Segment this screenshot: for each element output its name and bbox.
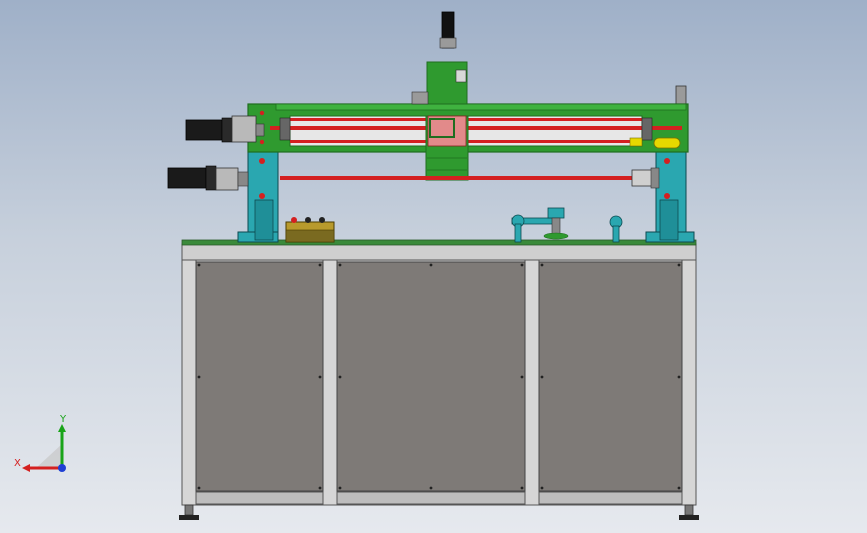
table-cabinet: [179, 239, 699, 520]
lower-servo-motor: [167, 165, 249, 191]
cabinet-panel-center: [336, 261, 526, 492]
control-box: [285, 217, 335, 243]
upper-servo-motor: [185, 115, 265, 143]
coordinate-axes-triad-icon: Y X: [14, 414, 67, 472]
cabinet-panel-left: [195, 261, 324, 492]
workpiece-fixture-right: [609, 215, 623, 243]
lower-linear-rod: [280, 167, 660, 189]
machine-assembly-model[interactable]: [0, 0, 867, 533]
z-axis-dot: [58, 464, 66, 472]
left-support-bracket: [237, 151, 279, 243]
x-axis-label: X: [14, 458, 21, 469]
y-axis-label: Y: [59, 414, 67, 425]
workpiece-fixture-left: [511, 207, 569, 243]
z-axis-carriage: [411, 11, 469, 181]
cad-viewport[interactable]: Y X: [0, 0, 867, 533]
cabinet-panel-right: [538, 261, 683, 492]
